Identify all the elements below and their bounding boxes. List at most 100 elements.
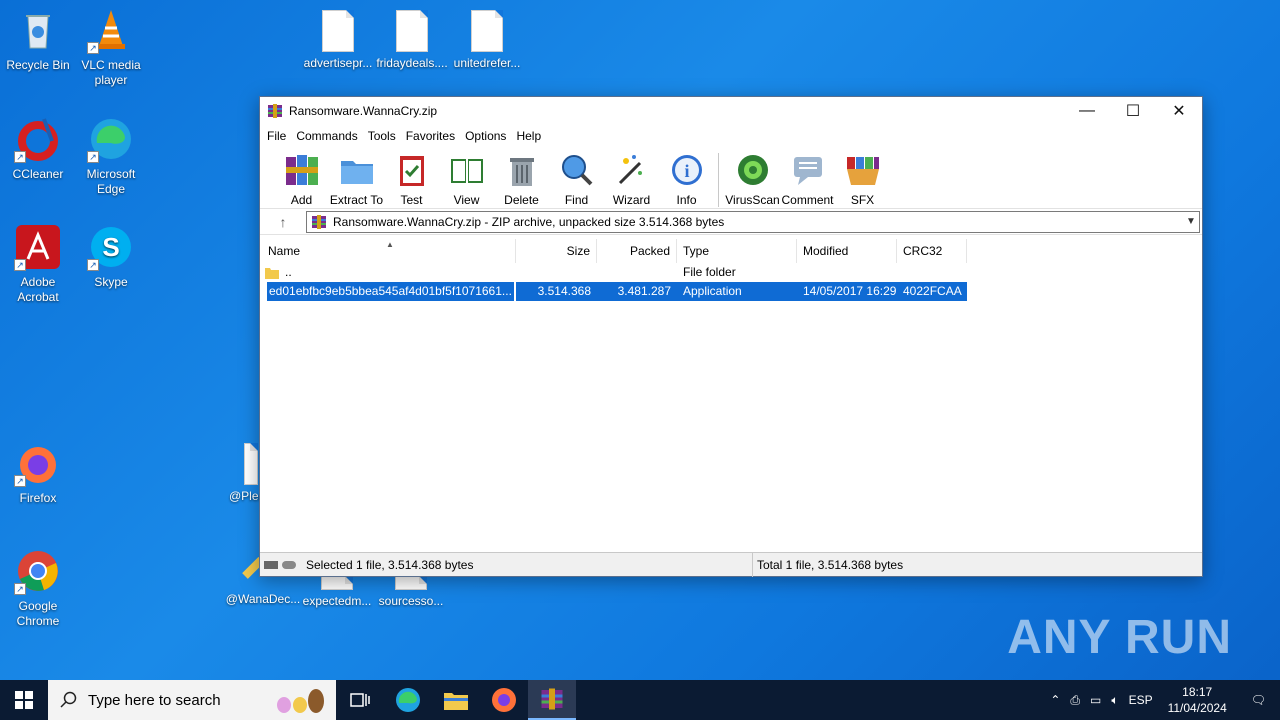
file-list[interactable]: ▲ Name Size Packed Type Modified CRC32 .… xyxy=(260,239,1202,551)
taskbar-search-box[interactable]: Type here to search xyxy=(48,680,336,720)
status-left: Selected 1 file, 3.514.368 bytes xyxy=(260,558,752,572)
winrar-window[interactable]: Ransomware.WannaCry.zip — ☐ ✕ File Comma… xyxy=(259,96,1203,577)
desktop-file-advertise[interactable]: advertisepr... xyxy=(300,10,376,71)
meet-now-icon[interactable]: ⎙ xyxy=(1065,693,1085,708)
menu-options[interactable]: Options xyxy=(460,129,511,143)
desktop-file-please[interactable]: @Plea xyxy=(218,443,266,504)
row-packed: 3.481.287 xyxy=(597,282,677,301)
system-tray: ⌃ ⎙ ▭ 🔈︎ ESP 18:17 11/04/2024 🗨︎ xyxy=(1045,680,1280,720)
network-icon[interactable]: ▭ xyxy=(1085,693,1106,707)
menu-favorites[interactable]: Favorites xyxy=(401,129,460,143)
menu-commands[interactable]: Commands xyxy=(291,129,362,143)
start-button[interactable] xyxy=(0,680,48,720)
up-arrow-icon[interactable]: ↑ xyxy=(260,214,306,230)
taskbar: Type here to search ⌃ ⎙ ▭ 🔈︎ ESP 18:17 1… xyxy=(0,680,1280,720)
row-name-cell: ed01ebfbc9eb5bbea545af4d01bf5f1071661... xyxy=(260,282,516,301)
column-header-crc32[interactable]: CRC32 xyxy=(897,239,967,263)
toolbar-separator xyxy=(718,153,719,207)
extract-to-button[interactable]: Extract To xyxy=(329,151,384,207)
column-header-type[interactable]: Type xyxy=(677,239,797,263)
close-button[interactable]: ✕ xyxy=(1156,97,1202,125)
shortcut-arrow-icon: ↗ xyxy=(87,151,99,163)
comment-button[interactable]: Comment xyxy=(780,151,835,207)
document-icon xyxy=(471,10,503,52)
desktop-icon-label: @WanaDec... xyxy=(225,592,301,606)
desktop-icon-skype[interactable]: S ↗ Skype xyxy=(73,223,149,290)
row-crc xyxy=(897,263,967,282)
menu-file[interactable]: File xyxy=(262,129,291,143)
wizard-button[interactable]: Wizard xyxy=(604,151,659,207)
minimize-button[interactable]: — xyxy=(1064,97,1110,125)
window-title: Ransomware.WannaCry.zip xyxy=(289,104,438,118)
search-placeholder: Type here to search xyxy=(88,691,221,709)
volume-icon[interactable]: 🔈︎ xyxy=(1106,693,1123,708)
shortcut-arrow-icon: ↗ xyxy=(14,583,26,595)
document-icon xyxy=(244,443,258,485)
column-header-modified[interactable]: Modified xyxy=(797,239,897,263)
windows-logo-icon xyxy=(15,691,33,709)
skype-icon: S ↗ xyxy=(87,223,135,271)
add-label: Add xyxy=(290,193,313,207)
desktop-file-unitedrefer[interactable]: unitedrefer... xyxy=(449,10,525,71)
desktop-icon-label: VLC media player xyxy=(81,58,141,87)
archive-books-icon xyxy=(285,155,318,185)
desktop-icon-label: @Plea xyxy=(229,489,266,503)
list-row-selected[interactable]: ed01ebfbc9eb5bbea545af4d01bf5f1071661...… xyxy=(260,282,1202,301)
taskbar-file-explorer[interactable] xyxy=(432,680,480,720)
edge-icon xyxy=(396,688,420,712)
column-header-name[interactable]: ▲ Name xyxy=(260,239,516,263)
row-name-cell: .. xyxy=(260,263,516,282)
taskbar-firefox[interactable] xyxy=(480,680,528,720)
desktop-file-expected[interactable]: expectedm... xyxy=(299,576,375,609)
desktop-icon-chrome[interactable]: ↗ Google Chrome xyxy=(0,547,76,629)
column-header-size[interactable]: Size xyxy=(516,239,597,263)
language-indicator[interactable]: ESP xyxy=(1124,693,1158,707)
desktop-icon-label: Adobe Acrobat xyxy=(17,275,59,304)
desktop-icon-label: advertisepr... xyxy=(303,56,373,70)
taskbar-edge[interactable] xyxy=(384,680,432,720)
desktop-icon-recycle-bin[interactable]: Recycle Bin xyxy=(0,6,76,73)
column-header-packed[interactable]: Packed xyxy=(597,239,677,263)
desktop-file-fridaydeals[interactable]: fridaydeals.... xyxy=(374,10,450,71)
desktop-icon-edge[interactable]: ↗ Microsoft Edge xyxy=(73,115,149,197)
find-button[interactable]: Find xyxy=(549,151,604,207)
name-column-background xyxy=(260,263,517,551)
clock[interactable]: 18:17 11/04/2024 xyxy=(1158,684,1237,716)
view-label: View xyxy=(453,193,480,207)
virusscan-button[interactable]: VirusScan xyxy=(725,151,780,207)
desktop-icon-vlc[interactable]: ↗ VLC media player xyxy=(73,6,149,88)
desktop-icon-acrobat[interactable]: ↗ Adobe Acrobat xyxy=(0,223,76,305)
clock-time: 18:17 xyxy=(1182,685,1213,699)
desktop-file-sourcesso[interactable]: sourcesso... xyxy=(373,576,449,609)
winrar-icon xyxy=(312,214,326,229)
desktop-icon-ccleaner[interactable]: ↗ CCleaner xyxy=(0,115,76,182)
desktop-icon-label: Recycle Bin xyxy=(6,58,70,72)
list-row-parent[interactable]: .. File folder xyxy=(260,263,1202,282)
title-bar[interactable]: Ransomware.WannaCry.zip — ☐ ✕ xyxy=(260,97,1202,125)
row-size xyxy=(516,263,597,282)
comment-icon xyxy=(793,157,822,185)
view-button[interactable]: View xyxy=(439,151,494,207)
sfx-button[interactable]: SFX xyxy=(835,151,890,207)
edge-icon: ↗ xyxy=(87,115,135,163)
chevron-up-icon[interactable]: ⌃ xyxy=(1045,693,1065,707)
path-combobox[interactable]: Ransomware.WannaCry.zip - ZIP archive, u… xyxy=(306,210,1200,233)
shortcut-arrow-icon: ↗ xyxy=(14,475,26,487)
row-type: Application xyxy=(677,282,797,301)
taskbar-winrar[interactable] xyxy=(528,680,576,720)
acrobat-icon: ↗ xyxy=(14,223,62,271)
menu-help[interactable]: Help xyxy=(511,129,546,143)
menu-tools[interactable]: Tools xyxy=(363,129,401,143)
info-button[interactable]: i Info xyxy=(659,151,714,207)
task-view-button[interactable] xyxy=(336,680,384,720)
shortcut-arrow-icon: ↗ xyxy=(14,151,26,163)
chevron-down-icon[interactable]: ▼ xyxy=(1183,216,1199,227)
notification-icon[interactable]: 🗨︎ xyxy=(1237,693,1280,707)
add-button[interactable]: Add xyxy=(274,151,329,207)
path-text: Ransomware.WannaCry.zip - ZIP archive, u… xyxy=(333,214,725,229)
test-button[interactable]: Test xyxy=(384,151,439,207)
maximize-button[interactable]: ☐ xyxy=(1110,97,1156,125)
delete-button[interactable]: Delete xyxy=(494,151,549,207)
desktop-icon-firefox[interactable]: ↗ Firefox xyxy=(0,439,76,506)
menu-bar: File Commands Tools Favorites Options He… xyxy=(260,125,1202,147)
